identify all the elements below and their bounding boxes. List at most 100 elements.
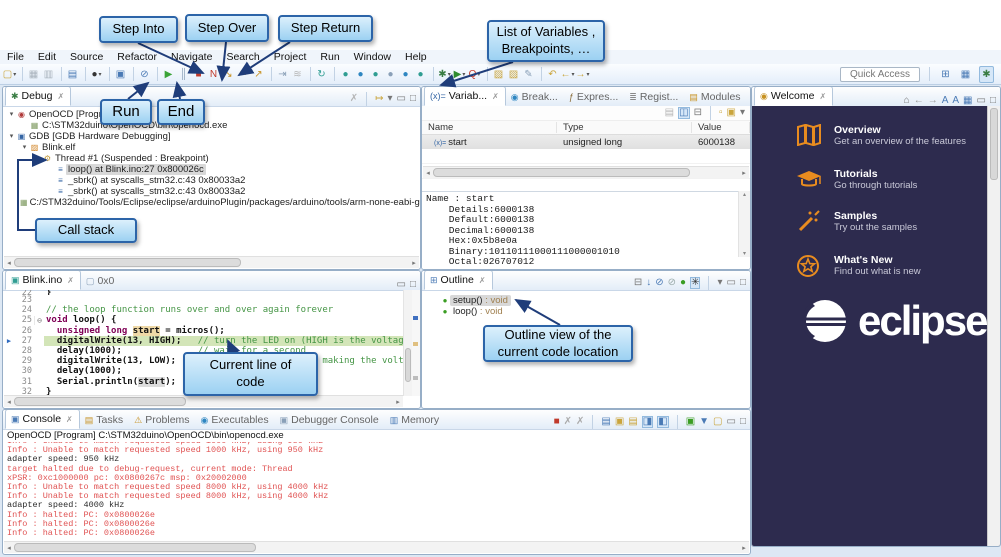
- process-gcc[interactable]: ▦C:/STM32duino/Tools/Eclipse/eclipse/ard…: [3, 197, 420, 208]
- column-header-name[interactable]: Name: [422, 122, 557, 133]
- scroll-right-icon[interactable]: ▸: [409, 259, 419, 267]
- tab-break[interactable]: ◉Break...: [506, 88, 564, 106]
- tab-executables[interactable]: ◉Executables: [196, 411, 275, 429]
- pin-console-icon[interactable]: ▣: [686, 417, 695, 427]
- remove-launch-icon[interactable]: ✗: [564, 417, 572, 427]
- instruction-stepping-icon[interactable]: ⇥: [276, 67, 289, 82]
- new-icon[interactable]: ▢▾: [3, 67, 16, 82]
- show-full-paths-icon[interactable]: ↦: [375, 94, 383, 104]
- scroll-right-icon[interactable]: ▸: [393, 398, 403, 406]
- pin-view-icon[interactable]: ▣: [727, 108, 736, 118]
- collapse-all-icon[interactable]: ⊟: [694, 108, 702, 118]
- tab-welcome[interactable]: ◉Welcome✗: [754, 86, 833, 106]
- minimize-icon[interactable]: ▭: [727, 417, 736, 427]
- menu-run[interactable]: Run: [313, 51, 346, 63]
- minimize-icon[interactable]: ▭: [397, 280, 406, 290]
- close-icon[interactable]: ✗: [58, 92, 65, 101]
- open-perspective-icon[interactable]: ⊞: [939, 67, 952, 82]
- tab-debug[interactable]: ✱Debug✗: [5, 86, 71, 106]
- remove-all-terminated-icon[interactable]: ✗: [350, 94, 358, 104]
- maximize-icon[interactable]: □: [990, 96, 996, 106]
- scroll-left-icon[interactable]: ◂: [4, 259, 14, 267]
- step-over-icon[interactable]: ↷: [237, 67, 250, 82]
- open-console-icon[interactable]: ▢: [713, 417, 722, 427]
- minimize-icon[interactable]: ▭: [977, 96, 986, 106]
- run-icon[interactable]: ▶▾: [453, 67, 466, 82]
- close-icon[interactable]: ✗: [819, 92, 826, 101]
- maximize-icon[interactable]: □: [740, 417, 746, 427]
- profile-icon[interactable]: ●▾: [90, 67, 103, 82]
- welcome-link-samples[interactable]: SamplesTry out the samples: [796, 210, 917, 234]
- open-resource-icon[interactable]: ▨: [507, 67, 520, 82]
- maximize-icon[interactable]: □: [740, 278, 746, 288]
- close-icon[interactable]: ✗: [492, 92, 499, 101]
- menu-navigate[interactable]: Navigate: [164, 51, 219, 63]
- maximize-icon[interactable]: □: [410, 280, 416, 290]
- scroll-left-icon[interactable]: ◂: [4, 398, 14, 406]
- scroll-right-icon[interactable]: ▸: [739, 169, 749, 177]
- tab-modules[interactable]: ▤Modules: [684, 88, 746, 106]
- editor-vertical-scrollbar[interactable]: [403, 290, 412, 396]
- tab-debugger-console[interactable]: ▣Debugger Console: [275, 411, 385, 429]
- welcome-link-what-s-new[interactable]: What's NewFind out what is new: [796, 254, 921, 278]
- tab-outline[interactable]: ⊞Outline✗: [424, 270, 493, 290]
- check-circle-icon[interactable]: ●: [339, 67, 352, 82]
- stack-frame-sbrk-1[interactable]: ≡_sbrk() at syscalls_stm32.c:43 0x80033a…: [3, 175, 420, 186]
- variables-horizontal-scrollbar[interactable]: ◂ ▸: [423, 166, 749, 178]
- scroll-right-icon[interactable]: ▸: [739, 544, 749, 552]
- remove-all-launches-icon[interactable]: ✗: [576, 417, 584, 427]
- menu-source[interactable]: Source: [63, 51, 110, 63]
- show-logical-structure-icon[interactable]: ◫: [678, 107, 689, 119]
- step-filters-icon[interactable]: ≋: [291, 67, 304, 82]
- terminate-icon[interactable]: ■: [554, 417, 560, 427]
- step-return-icon[interactable]: ↗: [252, 67, 265, 82]
- annotate-icon[interactable]: ✎: [522, 67, 535, 82]
- fold-collapse-icon[interactable]: ⊖: [34, 316, 44, 325]
- tab-blink-ino[interactable]: ▣Blink.ino✗: [5, 270, 81, 290]
- menu-help[interactable]: Help: [398, 51, 434, 63]
- tab-console[interactable]: ▣Console✗: [5, 409, 80, 429]
- reduce-text-icon[interactable]: A: [942, 96, 949, 106]
- stack-frame-loop[interactable]: ≡loop() at Blink.ino:27 0x800026c: [3, 164, 420, 175]
- view-menu-icon[interactable]: ▾: [717, 278, 722, 288]
- launch-openocd[interactable]: ▾◉OpenOCD [Program]: [3, 109, 420, 120]
- thread-1[interactable]: ▾⚙Thread #1 (Suspended : Breakpoint): [3, 153, 420, 164]
- forward-icon[interactable]: →▾: [576, 67, 589, 82]
- hide-fields-icon[interactable]: ⊘: [655, 278, 663, 288]
- arrow-circle-icon[interactable]: ●: [354, 67, 367, 82]
- editor-horizontal-scrollbar[interactable]: ◂ ▸: [4, 395, 403, 407]
- close-icon[interactable]: ✗: [479, 276, 486, 285]
- step-into-icon[interactable]: ↘: [222, 67, 235, 82]
- enlarge-text-icon[interactable]: A: [952, 96, 959, 106]
- scroll-lock-icon[interactable]: ▣: [615, 417, 624, 427]
- skip-breakpoints-icon[interactable]: ⊘: [138, 67, 151, 82]
- display-selected-console-icon[interactable]: ▼: [699, 417, 709, 427]
- console-horizontal-scrollbar[interactable]: ◂ ▸: [4, 541, 749, 553]
- cpp-perspective-icon[interactable]: ▦: [959, 67, 972, 82]
- debug-perspective-icon[interactable]: ✱: [979, 66, 994, 83]
- new-view-icon[interactable]: ▫: [719, 108, 723, 118]
- welcome-link-tutorials[interactable]: TutorialsGo through tutorials: [796, 168, 917, 192]
- menu-project[interactable]: Project: [267, 51, 314, 63]
- details-vertical-scrollbar[interactable]: ▴▾: [738, 191, 750, 257]
- show-type-names-icon[interactable]: ▤: [665, 108, 674, 118]
- maximize-icon[interactable]: □: [410, 94, 416, 104]
- back-icon[interactable]: ←: [914, 96, 924, 106]
- restart-icon[interactable]: ↻: [315, 67, 328, 82]
- view-menu-icon[interactable]: ▾: [740, 108, 745, 118]
- welcome-link-overview[interactable]: OverviewGet an overview of the features: [796, 124, 966, 148]
- external-tools-icon[interactable]: Q▾: [468, 67, 481, 82]
- close-icon[interactable]: ✗: [67, 276, 74, 285]
- launch-gdb[interactable]: ▾▣GDB [GDB Hardware Debugging]: [3, 131, 420, 142]
- scroll-left-icon[interactable]: ◂: [423, 169, 433, 177]
- link-with-editor-icon[interactable]: ✳: [690, 277, 700, 289]
- sort-icon[interactable]: ↓: [646, 278, 651, 288]
- back-icon[interactable]: ←▾: [561, 67, 574, 82]
- menu-search[interactable]: Search: [219, 51, 266, 63]
- resume-icon[interactable]: ▶: [162, 67, 175, 82]
- last-edit-icon[interactable]: ↶: [546, 67, 559, 82]
- outline-item-loop[interactable]: ●loop() : void: [422, 306, 750, 317]
- collapse-all-icon[interactable]: ⊟: [634, 278, 642, 288]
- show-stdout-icon[interactable]: ◨: [642, 416, 653, 428]
- tab-tasks[interactable]: ▤Tasks: [80, 411, 129, 429]
